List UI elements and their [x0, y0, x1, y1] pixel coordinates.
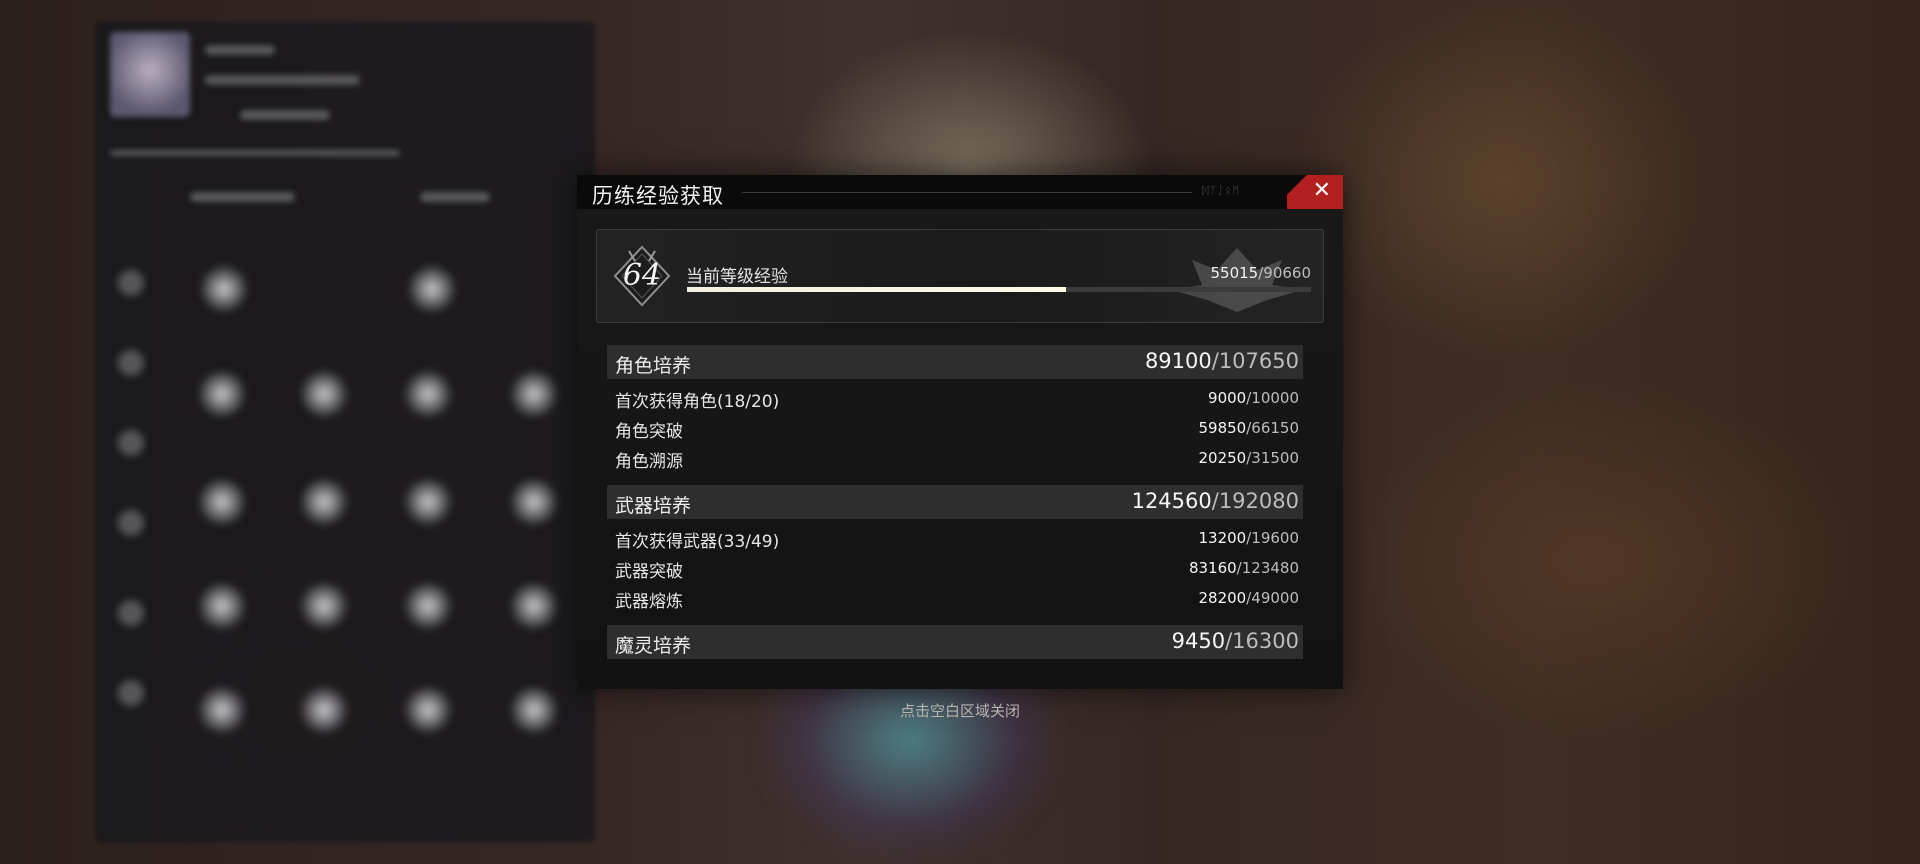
item-row: 武器突破 83160/123480 — [607, 555, 1303, 582]
item-max: /19600 — [1246, 529, 1299, 547]
level-exp-value: 55015/90660 — [1211, 264, 1312, 282]
item-max: /123480 — [1236, 559, 1299, 577]
item-label: 角色突破 — [615, 422, 683, 442]
item-max: /10000 — [1246, 389, 1299, 407]
background-text — [205, 75, 360, 85]
section-value: 89100/107650 — [1145, 349, 1299, 373]
item-label: 角色溯源 — [615, 452, 683, 472]
level-exp-max: /90660 — [1258, 264, 1311, 282]
section-current: 124560 — [1131, 489, 1212, 513]
item-value: 59850/66150 — [1199, 419, 1300, 437]
background-text — [420, 192, 490, 202]
item-row: 首次获得武器(33/49) 13200/19600 — [607, 525, 1303, 552]
section-max: /16300 — [1225, 629, 1299, 653]
experience-modal: 历练经验获取 ᛞᛉᛇᛟᛗ ✕ 64 当前等级经验 55015/90660 角色培… — [577, 175, 1343, 689]
close-icon: ✕ — [1312, 178, 1331, 203]
level-card: 64 当前等级经验 55015/90660 — [596, 229, 1324, 323]
section-label: 魔灵培养 — [615, 635, 692, 657]
item-label: 首次获得武器(33/49) — [615, 532, 780, 552]
section-max: /107650 — [1211, 349, 1299, 373]
background-icon — [510, 370, 558, 418]
background-icon — [200, 265, 248, 313]
section-label: 武器培养 — [615, 495, 692, 517]
item-current: 59850 — [1198, 419, 1247, 437]
background-icon — [300, 478, 348, 526]
item-max: /49000 — [1246, 589, 1299, 607]
item-row: 角色溯源 20250/31500 — [607, 445, 1303, 472]
background-icon — [118, 600, 144, 626]
section-current: 9450 — [1171, 629, 1226, 653]
section-value: 124560/192080 — [1132, 489, 1299, 513]
background-text — [110, 150, 400, 156]
background-icon — [404, 370, 452, 418]
item-value: 28200/49000 — [1199, 589, 1300, 607]
item-current: 20250 — [1198, 449, 1247, 467]
level-label: 当前等级经验 — [686, 267, 788, 287]
item-current: 83160 — [1188, 559, 1237, 577]
section-value: 9450/16300 — [1172, 629, 1299, 653]
item-row: 角色突破 59850/66150 — [607, 415, 1303, 442]
background-avatar — [110, 32, 190, 117]
close-button[interactable]: ✕ — [1287, 175, 1343, 209]
background-icon — [510, 478, 558, 526]
item-value: 83160/123480 — [1189, 559, 1299, 577]
item-row: 武器熔炼 28200/49000 — [607, 585, 1303, 612]
background-icon — [198, 582, 246, 630]
item-row: 首次获得角色(18/20) 9000/10000 — [607, 385, 1303, 412]
section-current: 89100 — [1144, 349, 1212, 373]
background-text — [205, 45, 275, 55]
item-label: 武器突破 — [615, 562, 683, 582]
modal-title: 历练经验获取 — [592, 184, 724, 208]
background-icon — [408, 265, 456, 313]
header-decoration: ᛞᛉᛇᛟᛗ — [1202, 184, 1240, 197]
background-icon — [300, 582, 348, 630]
background-icon — [118, 430, 144, 456]
item-label: 武器熔炼 — [615, 592, 683, 612]
item-value: 20250/31500 — [1199, 449, 1300, 467]
background-icon — [404, 582, 452, 630]
background-text — [190, 192, 295, 202]
header-divider — [742, 192, 1192, 193]
close-hint[interactable]: 点击空白区域关闭 — [0, 700, 1920, 721]
background-character — [760, 660, 1060, 860]
item-max: /66150 — [1246, 419, 1299, 437]
section-max: /192080 — [1211, 489, 1299, 513]
section-label: 角色培养 — [615, 355, 692, 377]
item-current: 28200 — [1198, 589, 1247, 607]
level-progress-bar — [687, 287, 1311, 292]
item-max: /31500 — [1246, 449, 1299, 467]
background-icon — [118, 270, 144, 296]
item-value: 13200/19600 — [1199, 529, 1300, 547]
modal-header: 历练经验获取 ᛞᛉᛇᛟᛗ ✕ — [577, 175, 1343, 209]
section-row-weapon: 武器培养 124560/192080 — [607, 485, 1303, 519]
level-progress-fill — [687, 287, 1066, 292]
item-current: 13200 — [1198, 529, 1247, 547]
level-exp-current: 55015 — [1210, 264, 1259, 282]
background-icon — [404, 478, 452, 526]
background-icon — [118, 350, 144, 376]
section-row-spirit: 魔灵培养 9450/16300 — [607, 625, 1303, 659]
background-icon — [300, 370, 348, 418]
background-icon — [118, 510, 144, 536]
level-number: 64 — [622, 258, 662, 293]
item-current: 9000 — [1208, 389, 1247, 407]
background-icon — [198, 370, 246, 418]
item-value: 9000/10000 — [1208, 389, 1299, 407]
background-icon — [510, 582, 558, 630]
item-label: 首次获得角色(18/20) — [615, 392, 780, 412]
background-icon — [198, 478, 246, 526]
section-row-character: 角色培养 89100/107650 — [607, 345, 1303, 379]
background-text — [240, 110, 330, 120]
